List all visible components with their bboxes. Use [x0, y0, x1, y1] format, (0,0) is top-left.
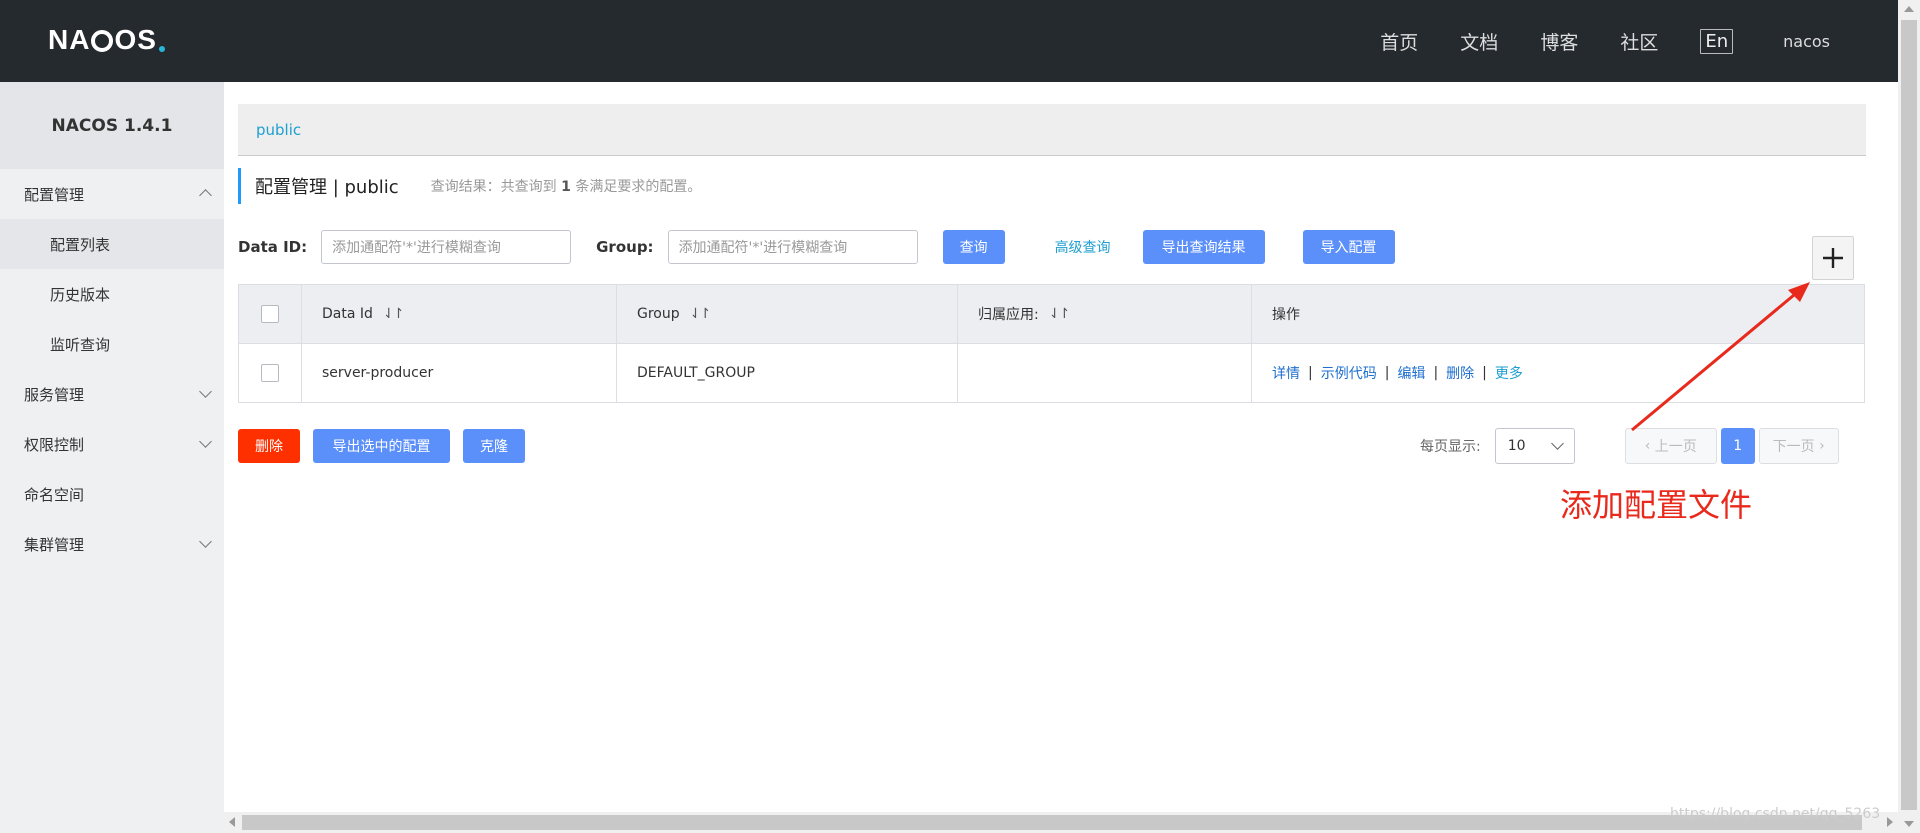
scroll-thumb[interactable]	[1901, 20, 1917, 810]
scroll-up-icon[interactable]	[1904, 6, 1914, 12]
scroll-right-icon[interactable]	[1887, 817, 1893, 827]
scroll-thumb[interactable]	[242, 815, 1862, 830]
annotation-text: 添加配置文件	[1560, 486, 1753, 524]
annotation-arrow	[1631, 282, 1810, 432]
watermark: https://blog.csdn.net/qq_5263	[1670, 806, 1881, 822]
vertical-scrollbar[interactable]	[1898, 0, 1920, 833]
scroll-down-icon[interactable]	[1904, 821, 1914, 827]
horizontal-scrollbar[interactable]	[224, 812, 1898, 833]
scroll-left-icon[interactable]	[229, 817, 235, 827]
